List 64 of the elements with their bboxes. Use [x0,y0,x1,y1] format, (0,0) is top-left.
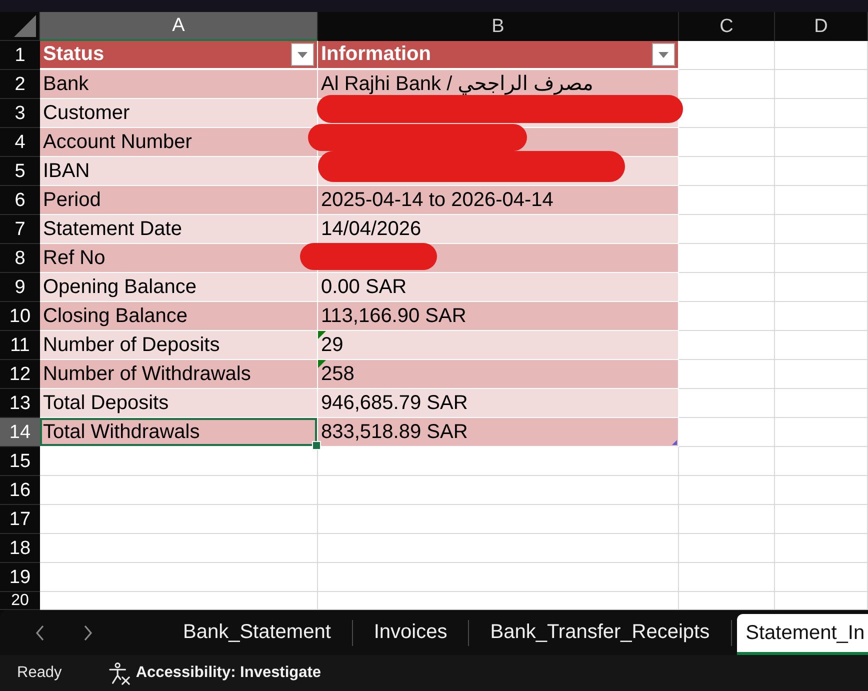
field-label: Statement Date [43,217,182,241]
field-value: Al Rajhi Bank / مصرف الراجحي [321,72,594,96]
field-value: 0.00 SAR [321,275,407,299]
resize-handle-icon[interactable] [672,440,677,445]
field-value: 113,166.90 SAR [321,304,466,328]
sheet-tab[interactable]: Bank_Transfer_Receipts [469,610,731,655]
row-header[interactable]: 19 [0,563,40,592]
field-value: 946,685.79 SAR [321,391,468,415]
row-header[interactable]: 17 [0,505,40,534]
status-text: Ready [17,664,62,682]
column-header[interactable]: C [679,12,775,41]
chevron-left-icon[interactable] [35,624,45,640]
column-header[interactable]: D [775,12,868,41]
row-header[interactable]: 18 [0,534,40,563]
field-value: 258 [321,362,354,386]
caret-icon [297,52,308,58]
filter-button[interactable] [291,43,314,66]
row-header[interactable]: 15 [0,447,40,476]
row-header[interactable]: 7 [0,215,40,244]
field-label: IBAN [43,159,90,183]
field-label: Period [43,188,101,212]
row-header[interactable]: 6 [0,186,40,215]
field-label: Ref No [43,246,106,270]
field-value: 2025-04-14 to 2026-04-14 [321,188,554,212]
column-header[interactable]: B [318,12,679,41]
field-label: Account Number [43,130,192,154]
row-header[interactable]: 14 [0,418,40,447]
field-label: Bank [43,72,89,96]
row-header[interactable]: 20 [0,592,40,610]
row-header[interactable]: 16 [0,476,40,505]
sheet-tab[interactable]: Bank_Statement [162,610,352,655]
field-value: 29 [321,333,344,357]
header-label: Status [43,43,104,66]
sheet-tab[interactable]: Statement_In [736,614,868,655]
chevron-right-icon[interactable] [83,624,93,640]
row-header[interactable]: 9 [0,273,40,302]
row-header[interactable]: 4 [0,128,40,157]
accessibility-button[interactable]: Accessibility: Investigate [108,662,322,684]
field-label: Customer [43,101,130,125]
header-label: Information [321,43,431,66]
select-all-icon[interactable] [14,15,36,37]
fill-handle[interactable] [312,441,321,450]
row-header[interactable]: 3 [0,99,40,128]
accessibility-icon [108,662,131,684]
row-header[interactable]: 12 [0,360,40,389]
caret-icon [658,52,669,58]
field-label: Total Deposits [43,391,169,415]
field-label: Number of Withdrawals [43,362,251,386]
field-value: 833,518.89 SAR [321,420,468,444]
filter-button[interactable] [652,43,675,66]
row-header[interactable]: 11 [0,331,40,360]
row-header[interactable]: 2 [0,70,40,99]
row-header[interactable]: 5 [0,157,40,186]
row-header[interactable]: 1 [0,41,40,70]
field-value: 14/04/2026 [321,217,422,241]
field-label: Total Withdrawals [43,420,200,444]
row-header[interactable]: 8 [0,244,40,273]
column-header[interactable]: A [40,12,318,41]
sheet-tab[interactable]: Invoices [352,610,468,655]
field-label: Closing Balance [43,304,188,328]
field-label: Number of Deposits [43,333,220,357]
row-header[interactable]: 13 [0,389,40,418]
field-label: Opening Balance [43,275,196,299]
row-header[interactable]: 10 [0,302,40,331]
